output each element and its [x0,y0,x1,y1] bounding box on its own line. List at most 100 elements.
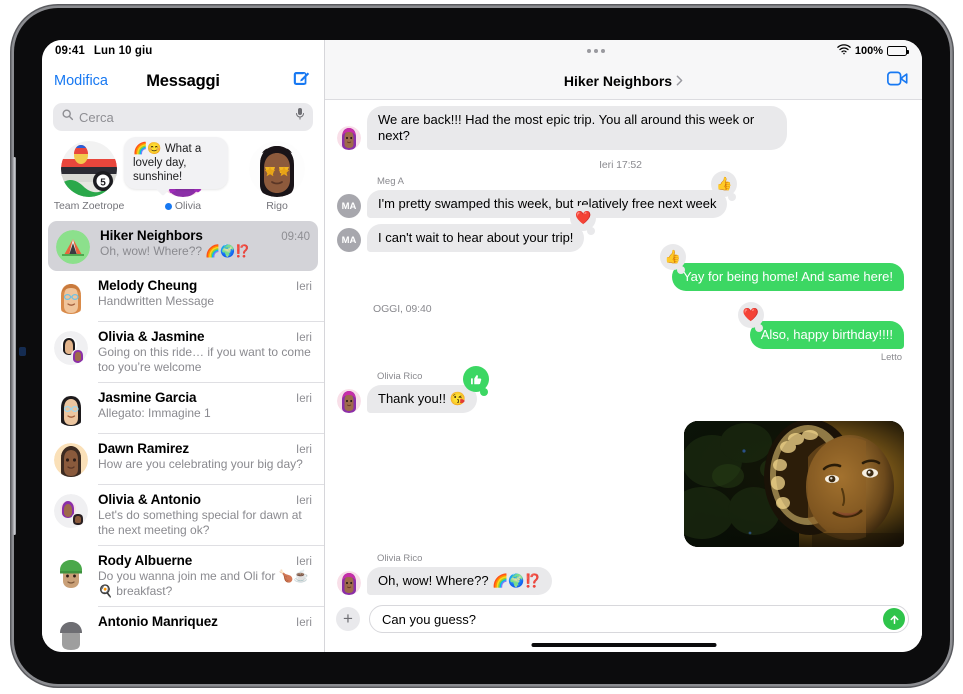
sidebar-navigation-bar: Modifica Messaggi [42,62,324,100]
conversation-name: Melody Cheung [98,278,198,293]
message-bubble[interactable]: I'm pretty swamped this week, but relati… [361,190,728,218]
edit-button[interactable]: Modifica [54,73,108,89]
conversation-name: Olivia & Jasmine [98,329,205,344]
list-item[interactable]: Olivia & Jasmine Ieri Going on this ride… [42,322,324,382]
pinned-label: Rigo [266,200,288,212]
list-item-body: Olivia & Jasmine Ieri Going on this ride… [98,329,312,375]
conversation-name: Olivia & Antonio [98,492,201,507]
home-indicator[interactable] [531,643,716,647]
message-input-value: Can you guess? [382,611,476,627]
list-item[interactable]: Dawn Ramirez Ieri How are you celebratin… [42,434,324,484]
rigo-avatar [249,141,305,197]
sidebar-status-bar: 09:41 Lun 10 giu [42,40,324,62]
tapback-reaction[interactable]: ❤️ [737,302,764,332]
conversation-preview: How are you celebrating your big day? [98,457,303,471]
wifi-icon [837,44,851,58]
ipad-device-frame: 09:41 Lun 10 giu Modifica Messaggi Cerca… [13,8,950,684]
battery-percent-label: 100% [854,45,883,57]
pinned-conversations-row: 5 Team Zoetrope Olivia Rigo 🌈😊 What a lo… [42,137,324,221]
olivia-rico-avatar [337,571,361,595]
list-item[interactable]: Hiker Neighbors 09:40 Oh, wow! Where?? 🌈… [48,221,318,271]
message-thread[interactable]: We are back!!! Had the most epic trip. Y… [325,100,922,598]
message-row[interactable]: Thank you!! 😘 [337,366,904,413]
message-timestamp: OGGI, 09:40 [373,303,432,315]
read-receipt: Letto [880,352,902,363]
list-item[interactable]: Antonio Manriquez Ieri [42,607,324,652]
conversation-title[interactable]: Hiker Neighbors [564,73,683,89]
message-row[interactable]: We are back!!! Had the most epic trip. Y… [337,106,904,150]
pinned-name: Rigo [266,200,288,212]
pinned-label: Team Zoetrope [54,200,125,212]
side-sensor-indicator [19,347,26,356]
message-bubble[interactable]: Thank you!! 😘 [362,385,477,413]
list-item[interactable]: Olivia & Antonio Ieri Let's do something… [42,485,324,545]
message-row[interactable]: MA I can't wait to hear about your trip!… [337,205,904,252]
dawn-ramirez-avatar [54,443,88,477]
message-row[interactable]: Also, happy birthday!!!! ❤️ [337,302,910,349]
list-item-body: Rody Albuerne Ieri Do you wanna join me … [98,553,312,599]
antonio-manriquez-avatar [54,616,88,650]
conversation-preview: Do you wanna join me and Oli for 🍗☕🍳 bre… [98,569,309,598]
list-item-body: Dawn Ramirez Ieri How are you celebratin… [98,441,312,472]
conversation-preview: Going on this ride… if you want to come … [98,345,311,374]
melody-cheung-avatar [54,280,88,314]
message-input-bar: + Can you guess? [325,598,922,640]
status-indicators: 100% [837,44,909,58]
message-sender-name: Meg A [377,176,404,187]
list-item[interactable]: Rody Albuerne Ieri Do you wanna join me … [42,546,324,606]
avatar-initials: MA [337,228,361,252]
tapback-reaction[interactable] [462,366,489,396]
message-bubble[interactable]: Also, happy birthday!!!! [749,321,910,349]
conversation-time: 09:40 [281,231,310,243]
photo-message-row[interactable] [337,421,904,547]
battery-icon [886,46,909,56]
message-sender-name: Olivia Rico [377,371,423,382]
message-row[interactable]: MA I'm pretty swamped this week, but rel… [337,171,904,218]
facetime-video-icon[interactable] [887,71,908,91]
team-zoetrope-avatar: 5 [61,141,117,197]
message-input-field[interactable]: Can you guess? [369,605,909,633]
status-date: Lun 10 giu [93,45,153,57]
ipad-screen: 09:41 Lun 10 giu Modifica Messaggi Cerca… [42,40,922,652]
conversation-time: Ieri [296,495,312,507]
search-container: Cerca [42,100,324,137]
message-row[interactable]: Oh, wow! Where?? 🌈🌍⁉️ [337,567,904,595]
conversation-preview: Oh, wow! Where?? 🌈🌍⁉️ [100,244,251,258]
message-row[interactable]: Yay for being home! And same here! 👍 [337,244,910,291]
conversation-time: Ieri [296,444,312,456]
message-bubble[interactable]: We are back!!! Had the most epic trip. Y… [362,106,787,150]
pinned-label: Olivia [164,200,202,212]
conversation-name: Jasmine Garcia [98,390,197,405]
olivia-rico-avatar [337,126,361,150]
microphone-icon[interactable] [294,107,306,127]
list-item[interactable]: Jasmine Garcia Ieri Allegato: Immagine 1 [42,383,324,433]
tapback-reaction[interactable]: 👍 [659,244,686,274]
message-bubble[interactable]: Yay for being home! And same here! [671,263,910,291]
pinned-item-team-zoetrope[interactable]: 5 Team Zoetrope [50,141,128,217]
plus-icon[interactable]: + [336,607,360,631]
pinned-item-rigo[interactable]: Rigo [238,141,316,217]
sunset-portrait-photo[interactable] [684,421,904,547]
message-timestamp: Ieri 17:52 [599,159,642,171]
message-bubble[interactable]: Oh, wow! Where?? 🌈🌍⁉️ [362,567,552,595]
compose-icon[interactable] [292,69,311,93]
pinned-name: Olivia [174,200,202,212]
conversation-name: Hiker Neighbors [100,228,203,243]
conversation-time: Ieri [296,393,312,405]
tapback-reaction[interactable]: ❤️ [570,205,597,235]
conversation-time: Ieri [296,281,312,293]
tapback-reaction[interactable]: 👍 [711,171,738,201]
multitask-handle-icon[interactable] [557,49,605,53]
conversation-list[interactable]: Hiker Neighbors 09:40 Oh, wow! Where?? 🌈… [42,221,324,652]
message-bubble[interactable]: I can't wait to hear about your trip! [361,224,585,252]
conversation-preview: Allegato: Immagine 1 [98,406,211,420]
search-input[interactable]: Cerca [53,103,313,131]
list-item[interactable]: Melody Cheung Ieri Handwritten Message [42,271,324,321]
jasmine-garcia-avatar [54,392,88,426]
svg-text:5: 5 [100,178,106,189]
status-time: 09:41 [55,45,85,57]
message-sender-name: Olivia Rico [377,553,423,564]
send-arrow-up-icon[interactable] [883,608,905,630]
conversation-time: Ieri [296,556,312,568]
search-placeholder: Cerca [79,109,114,125]
